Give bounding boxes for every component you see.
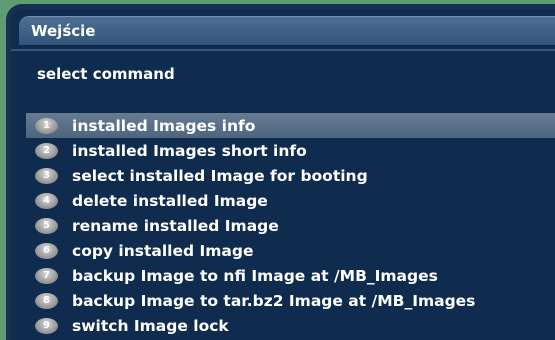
menu-item-copy-image[interactable]: 6 copy installed Image <box>26 238 555 263</box>
menu-item-delete-image[interactable]: 4 delete installed Image <box>26 188 555 213</box>
menu-item-label: rename installed Image <box>72 216 279 235</box>
tv-screen: Wejście select command 1 installed Image… <box>0 0 555 340</box>
number-badge-icon: 6 <box>35 242 58 259</box>
menu-item-label: delete installed Image <box>72 191 268 210</box>
menu-item-backup-nfi[interactable]: 7 backup Image to nfi Image at /MB_Image… <box>26 263 555 288</box>
command-list: 1 installed Images info 2 installed Imag… <box>26 113 555 338</box>
menu-item-installed-images-info[interactable]: 1 installed Images info <box>26 113 555 138</box>
menu-item-backup-tarbz2[interactable]: 8 backup Image to tar.bz2 Image at /MB_I… <box>26 288 555 313</box>
number-badge-icon: 2 <box>35 142 58 159</box>
menu-item-label: copy installed Image <box>72 241 254 260</box>
number-badge-icon: 3 <box>35 167 58 184</box>
menu-item-label: installed Images info <box>72 116 256 135</box>
number-badge-icon: 5 <box>35 217 58 234</box>
number-badge-icon: 9 <box>35 317 58 334</box>
number-badge-icon: 4 <box>35 192 58 209</box>
title-bar: Wejście <box>19 16 555 45</box>
menu-item-label: switch Image lock <box>72 316 229 335</box>
number-badge-icon: 8 <box>35 292 58 309</box>
prompt-text: select command <box>37 65 175 83</box>
menu-item-label: backup Image to nfi Image at /MB_Images <box>72 266 438 285</box>
title-divider <box>11 49 555 51</box>
number-badge-icon: 1 <box>35 117 58 134</box>
number-badge-icon: 7 <box>35 267 58 284</box>
menu-item-label: backup Image to tar.bz2 Image at /MB_Ima… <box>72 291 476 310</box>
menu-item-installed-images-short-info[interactable]: 2 installed Images short info <box>26 138 555 163</box>
menu-item-select-image-for-booting[interactable]: 3 select installed Image for booting <box>26 163 555 188</box>
command-dialog: Wejście select command 1 installed Image… <box>6 4 555 340</box>
menu-item-switch-image-lock[interactable]: 9 switch Image lock <box>26 313 555 338</box>
menu-item-label: installed Images short info <box>72 141 307 160</box>
window-title: Wejście <box>31 22 96 40</box>
menu-item-rename-image[interactable]: 5 rename installed Image <box>26 213 555 238</box>
menu-item-label: select installed Image for booting <box>72 166 368 185</box>
